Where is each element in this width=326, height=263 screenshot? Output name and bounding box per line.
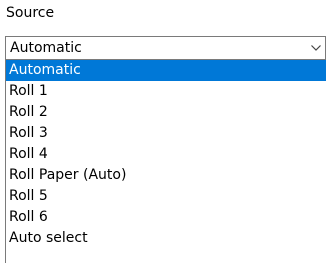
option-roll-5[interactable]: Roll 5 [6, 186, 326, 207]
option-roll-2[interactable]: Roll 2 [6, 102, 326, 123]
option-roll-paper-auto[interactable]: Roll Paper (Auto) [6, 165, 326, 186]
option-auto-select[interactable]: Auto select [6, 228, 326, 249]
source-label: Source [6, 5, 55, 21]
source-select[interactable]: Automatic [5, 36, 326, 60]
option-roll-6[interactable]: Roll 6 [6, 207, 326, 228]
source-select-value: Automatic [10, 40, 82, 56]
option-roll-3[interactable]: Roll 3 [6, 123, 326, 144]
option-roll-4[interactable]: Roll 4 [6, 144, 326, 165]
chevron-down-icon[interactable] [307, 37, 325, 59]
option-automatic[interactable]: Automatic [6, 60, 326, 81]
source-dropdown-list: Automatic Roll 1 Roll 2 Roll 3 Roll 4 Ro… [5, 60, 326, 263]
option-roll-1[interactable]: Roll 1 [6, 81, 326, 102]
